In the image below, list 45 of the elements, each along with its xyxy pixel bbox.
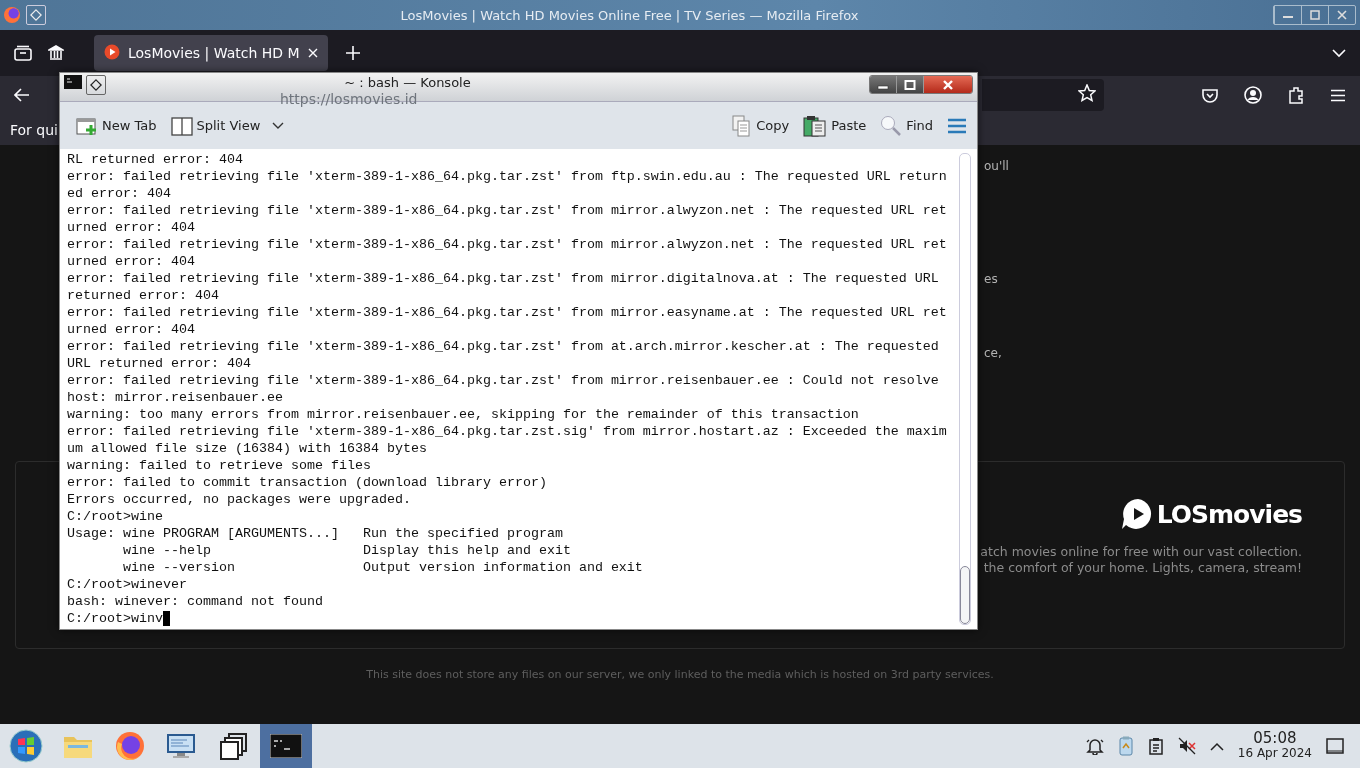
terminal-line: error: failed to commit transaction (download library error) xyxy=(67,474,548,491)
terminal-line: error: failed retrieving file 'xterm-389-1-x86_64.pkg.tar.zst.sig' from mirror.hostart.az : Exceeded the maxim xyxy=(67,423,948,440)
terminal-line: error: failed retrieving file 'xterm-389-1-x86_64.pkg.tar.zst' from at.arch.mirror.kescher.at : The requested xyxy=(67,338,940,355)
terminal-line: error: failed retrieving file 'xterm-389-1-x86_64.pkg.tar.zst' from ftp.swin.edu.au : The requested URL return xyxy=(67,168,948,185)
notice-text: For qui xyxy=(10,121,58,138)
terminal-line: ed error: 404 xyxy=(67,185,172,202)
command-input[interactable]: C:/root>winv xyxy=(67,610,163,627)
terminal-line: URL returned error: 404 xyxy=(67,355,252,372)
terminal-line: bash: winever: command not found xyxy=(67,593,324,610)
terminal-line: error: failed retrieving file 'xterm-389-1-x86_64.pkg.tar.zst' from mirror.alwyzon.net : The requested URL ret xyxy=(67,202,948,219)
tagline-text: the comfort of your home. Lights, camera, stream! xyxy=(982,560,1302,576)
copy-button[interactable]: Copy xyxy=(732,114,790,137)
site-logo: LOSmovies xyxy=(1120,498,1302,530)
clock[interactable]: 05:08 16 Apr 2024 xyxy=(1237,731,1312,761)
paste-button[interactable]: Paste xyxy=(803,114,867,137)
terminal-line: host: mirror.reisenbauer.ee xyxy=(67,389,284,406)
terminal-line: warning: failed to retrieve some files xyxy=(67,457,372,474)
split-view-button[interactable]: Split View xyxy=(170,115,285,136)
terminal-line: Errors occurred, no packages were upgraded. xyxy=(67,491,412,508)
terminal-line: returned error: 404 xyxy=(67,287,220,304)
disclaimer-text: This site does not store any files on our server, we only linked to the media which is hosted on 3rd party services. xyxy=(365,668,995,681)
terminal-line: wine --version Output version information and exit xyxy=(122,559,644,576)
window-title: ~ : bash — Konsole xyxy=(343,75,472,91)
terminal-line: urned error: 404 xyxy=(67,321,196,338)
terminal-line: error: failed retrieving file 'xterm-389-1-x86_64.pkg.tar.zst' from mirror.reisenbauer.ee : Could not resolve xyxy=(67,372,940,389)
terminal-line: urned error: 404 xyxy=(67,219,196,236)
terminal-line: error: failed retrieving file 'xterm-389-1-x86_64.pkg.tar.zst' from mirror.alwyzon.net : The requested URL ret xyxy=(67,236,948,253)
page-text: es xyxy=(984,272,999,286)
terminal-line: error: failed retrieving file 'xterm-389-1-x86_64.pkg.tar.zst' from mirror.digitalnova.at : The requested URL xyxy=(67,270,940,287)
terminal-line: wine --help Display this help and exit xyxy=(122,542,572,559)
page-text: ce, xyxy=(984,346,1003,360)
terminal-line: Usage: wine PROGRAM [ARGUMENTS...] Run the specified program xyxy=(67,525,564,542)
terminal-line: RL returned error: 404 xyxy=(67,151,244,168)
terminal-line: C:/root>wine xyxy=(67,508,164,525)
page-text: ou'll xyxy=(984,159,1010,173)
terminal-line: C:/root>winever xyxy=(67,576,188,593)
terminal-line: um allowed file size (16384) with 16384 bytes xyxy=(67,440,428,457)
tagline-text: atch movies online for free with our vast collection. xyxy=(980,544,1302,560)
window-title: LosMovies | Watch HD Movies Online Free | TV Series — Mozilla Firefox xyxy=(399,7,860,23)
terminal-line: urned error: 404 xyxy=(67,253,196,270)
new-tab-button[interactable]: New Tab xyxy=(76,115,157,136)
terminal-line: error: failed retrieving file 'xterm-389-1-x86_64.pkg.tar.zst' from mirror.easyname.at : The requested URL ret xyxy=(67,304,948,321)
terminal-line: warning: too many errors from mirror.reisenbauer.ee, skipping for the remainder of this transaction xyxy=(67,406,860,423)
browser-tab[interactable]: LosMovies | Watch HD M xyxy=(94,35,328,71)
find-button[interactable]: Find xyxy=(880,114,933,137)
